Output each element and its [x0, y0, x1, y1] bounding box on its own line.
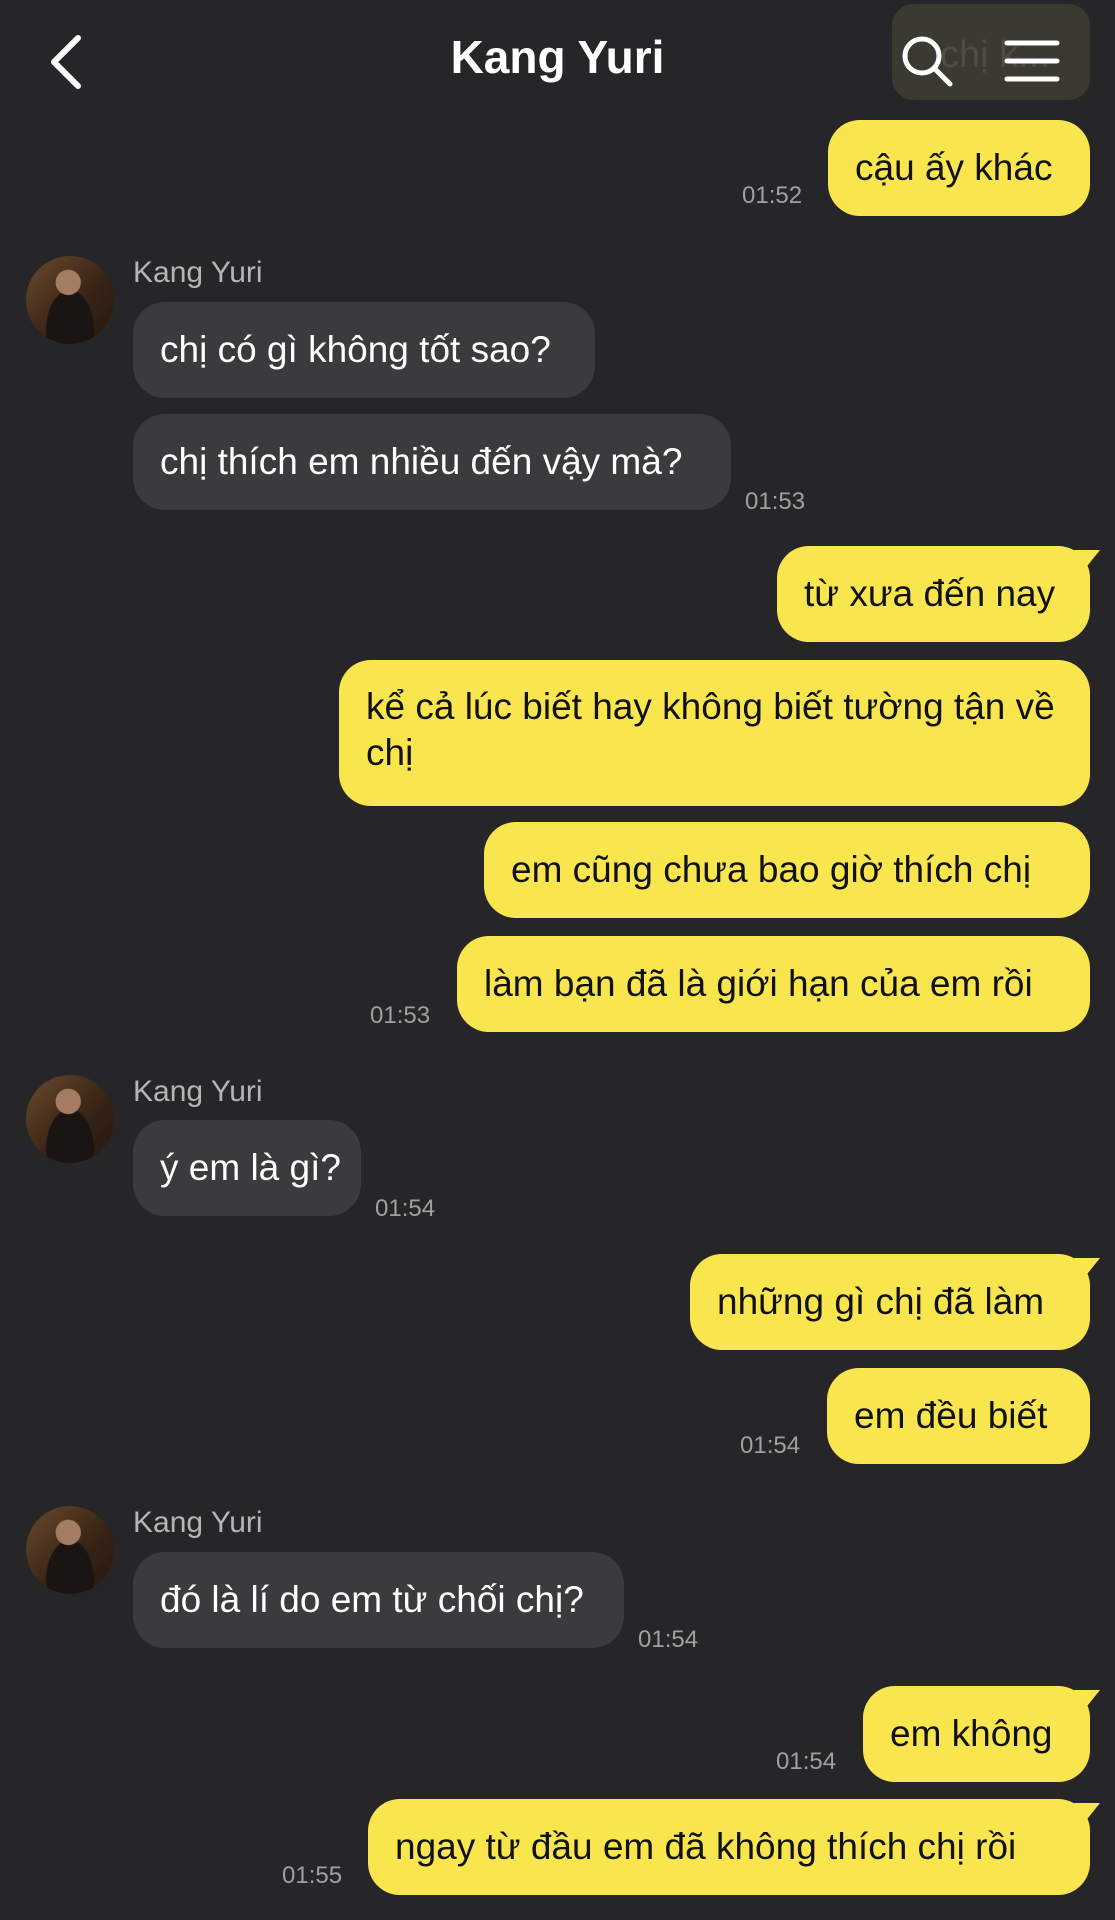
their-message-bubble[interactable]: đó là lí do em từ chối chị?: [133, 1552, 624, 1648]
their-message-bubble[interactable]: chị thích em nhiều đến vậy mà?: [133, 414, 731, 510]
timestamp: 01:54: [638, 1626, 699, 1653]
timestamp: 01:54: [776, 1748, 837, 1775]
timestamp: 01:55: [282, 1862, 343, 1889]
my-message-bubble[interactable]: em đều biết: [827, 1368, 1090, 1464]
search-button[interactable]: [900, 34, 954, 88]
my-message-bubble[interactable]: từ xưa đến nay: [777, 546, 1090, 642]
my-message-bubble[interactable]: em cũng chưa bao giờ thích chị: [484, 822, 1090, 918]
avatar[interactable]: [26, 1075, 114, 1163]
timestamp: 01:53: [745, 488, 806, 515]
their-message-bubble[interactable]: ý em là gì?: [133, 1120, 361, 1216]
my-message-bubble[interactable]: kể cả lúc biết hay không biết tường tận …: [339, 660, 1090, 806]
my-message-bubble[interactable]: em không: [863, 1686, 1090, 1782]
timestamp: 01:54: [740, 1432, 801, 1459]
timestamp: 01:53: [370, 1002, 431, 1029]
menu-button[interactable]: [1004, 38, 1060, 84]
avatar[interactable]: [26, 1506, 114, 1594]
my-message-bubble[interactable]: làm bạn đã là giới hạn của em rồi: [457, 936, 1090, 1032]
avatar[interactable]: [26, 256, 114, 344]
my-message-bubble[interactable]: ngay từ đầu em đã không thích chị rồi: [368, 1799, 1090, 1895]
sender-name: Kang Yuri: [133, 256, 263, 289]
their-message-bubble[interactable]: chị có gì không tốt sao?: [133, 302, 595, 398]
my-message-bubble[interactable]: những gì chị đã làm: [690, 1254, 1090, 1350]
timestamp: 01:54: [375, 1195, 436, 1222]
hamburger-menu-icon: [1004, 40, 1060, 82]
sender-name: Kang Yuri: [133, 1075, 263, 1108]
timestamp: 01:52: [742, 182, 803, 209]
sender-name: Kang Yuri: [133, 1506, 263, 1539]
chat-header: Kang Yuri chị k...: [0, 0, 1115, 120]
my-message-bubble[interactable]: cậu ấy khác: [828, 120, 1090, 216]
search-icon: [902, 36, 953, 87]
